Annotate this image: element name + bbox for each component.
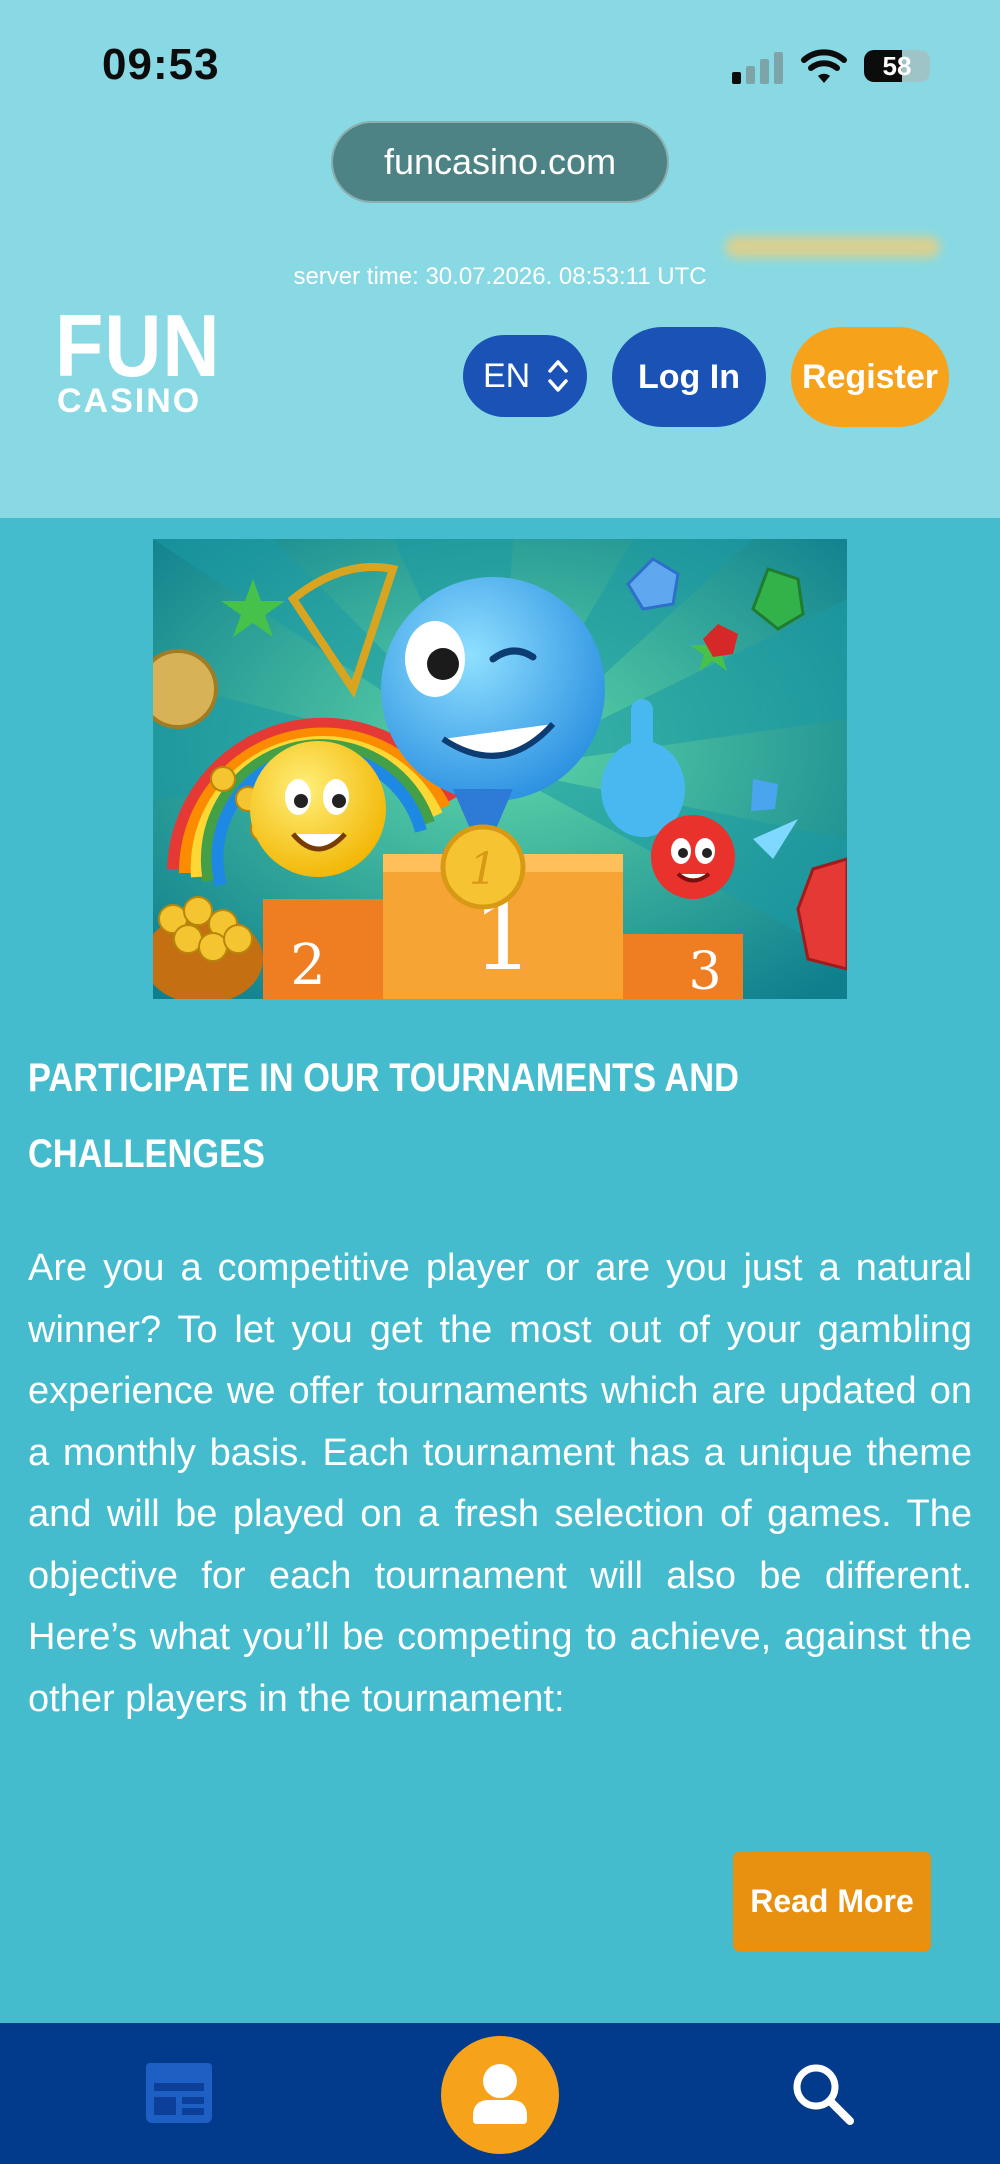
register-button[interactable]: Register xyxy=(791,327,949,427)
section-body-text: Are you a competitive player or are you … xyxy=(28,1247,972,1720)
wifi-icon xyxy=(801,49,847,83)
search-icon[interactable] xyxy=(790,2061,856,2127)
bottom-navigation xyxy=(0,2023,1000,2164)
medal-label: 1 xyxy=(469,844,497,895)
funcasino-logo[interactable]: FUN CASINO xyxy=(55,302,220,422)
profile-button[interactable] xyxy=(441,2036,559,2154)
url-bar[interactable]: funcasino.com xyxy=(331,121,669,203)
blurred-banner xyxy=(725,236,940,258)
site-header: 09:53 58 funcasino.com server time: 30.0… xyxy=(0,0,1000,518)
podium-second-label: 2 xyxy=(290,933,326,998)
tournament-podium-illustration: 1 2 3 1 xyxy=(153,539,847,999)
profile-icon xyxy=(473,2064,527,2124)
status-time: 09:53 xyxy=(102,40,220,89)
battery-level: 58 xyxy=(882,51,912,81)
battery-icon: 58 xyxy=(864,50,930,82)
language-selector[interactable]: EN xyxy=(463,335,587,417)
section-heading: PARTICIPATE IN OUR TOURNAMENTS AND CHALL… xyxy=(28,1056,739,1176)
podium-third-label: 3 xyxy=(688,942,721,999)
games-icon[interactable] xyxy=(144,2061,214,2125)
language-code: EN xyxy=(483,357,531,395)
tournament-hero-image: 1 2 3 1 xyxy=(153,539,847,999)
server-time: server time: 30.07.2026. 08:53:11 UTC xyxy=(293,263,707,290)
signal-icon xyxy=(732,50,784,84)
read-more-button[interactable]: Read More xyxy=(733,1852,931,1951)
chevron-up-down-icon xyxy=(548,360,568,392)
login-button[interactable]: Log In xyxy=(612,327,766,427)
